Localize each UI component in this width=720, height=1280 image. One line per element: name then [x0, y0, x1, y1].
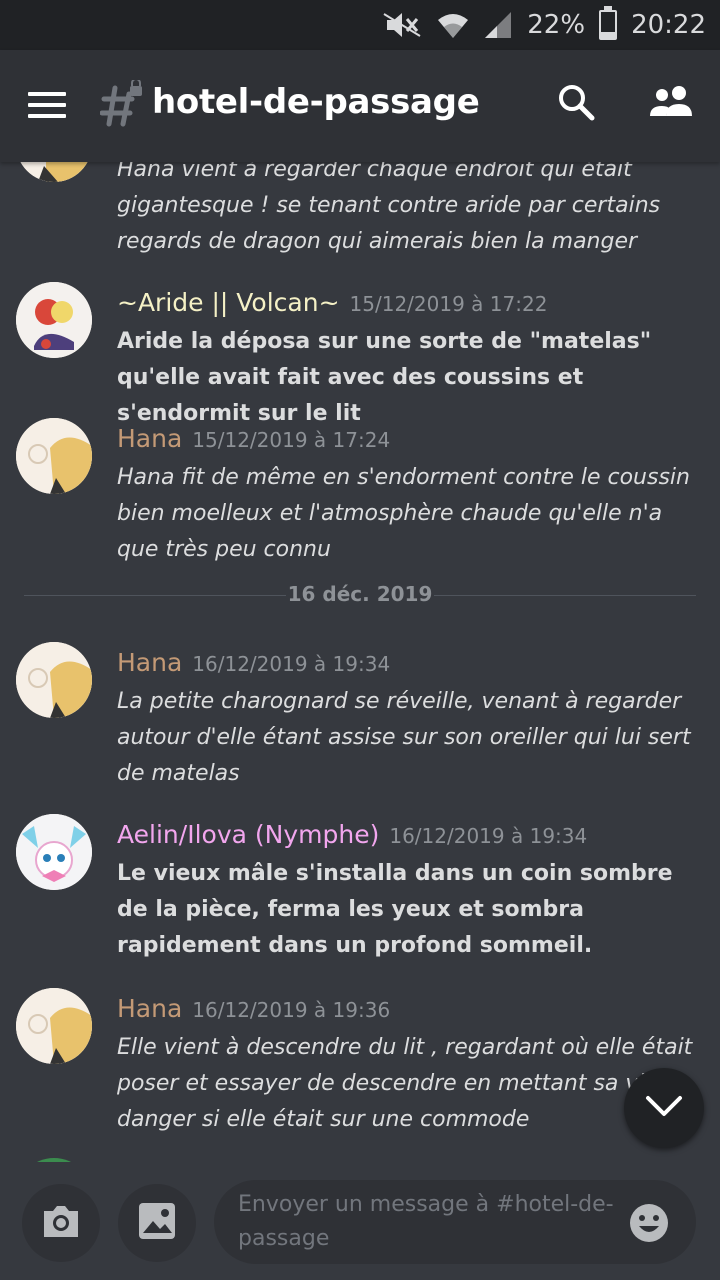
- date-divider: 16 déc. 2019: [24, 582, 696, 610]
- scroll-to-bottom-button[interactable]: [624, 1068, 704, 1148]
- avatar[interactable]: [16, 814, 92, 890]
- emoji-icon[interactable]: [628, 1202, 670, 1248]
- wifi-icon: [437, 10, 469, 40]
- author-name[interactable]: Hana: [117, 994, 182, 1023]
- gallery-button[interactable]: [118, 1184, 196, 1262]
- message-timestamp: 16/12/2019 à 19:34: [389, 824, 588, 848]
- message-timestamp: 16/12/2019 à 19:36: [192, 998, 391, 1022]
- battery-level-fill: [601, 32, 616, 38]
- message-input-placeholder: Envoyer un message à #hotel-de-passage: [238, 1192, 614, 1251]
- hash-lock-icon: [99, 78, 144, 130]
- members-icon[interactable]: [648, 82, 696, 126]
- avatar[interactable]: [16, 418, 92, 494]
- date-divider-label: 16 déc. 2019: [287, 582, 433, 606]
- message-author[interactable]: Hana 16/12/2019 à 19:36: [117, 994, 390, 1023]
- message-text: La petite charognard se réveille, venant…: [117, 689, 691, 786]
- message-timestamp: 15/12/2019 à 17:24: [192, 428, 391, 452]
- message-input[interactable]: Envoyer un message à #hotel-de-passage: [214, 1180, 696, 1264]
- avatar[interactable]: [16, 642, 92, 718]
- channel-header: hotel-de-passage: [0, 50, 720, 162]
- author-name[interactable]: ~Aride || Volcan~: [117, 288, 340, 317]
- message-text: Hana fit de même en s'endorment contre l…: [117, 465, 690, 562]
- clock: 20:22: [631, 10, 706, 40]
- avatar[interactable]: [16, 162, 92, 182]
- search-icon[interactable]: [556, 82, 596, 126]
- camera-button[interactable]: [22, 1184, 100, 1262]
- message-list[interactable]: Hana vient à regarder chaque endroit qui…: [0, 162, 720, 1162]
- signal-icon: [483, 10, 513, 40]
- chevron-down-icon: [644, 1094, 684, 1122]
- message-author[interactable]: Hana 15/12/2019 à 17:24: [117, 424, 390, 453]
- message-timestamp: 16/12/2019 à 19:34: [192, 652, 391, 676]
- message-text: Le vieux mâle s'installa dans un coin so…: [117, 861, 673, 958]
- mute-icon: [383, 10, 423, 40]
- battery-icon: [599, 6, 618, 40]
- message-text: Aride la déposa sur une sorte de "matela…: [117, 329, 652, 426]
- message-author[interactable]: ~Aride || Volcan~ 15/12/2019 à 17:22: [117, 288, 547, 317]
- channel-title: hotel-de-passage: [152, 82, 480, 122]
- message-text: Elle vient à descendre du lit , regardan…: [117, 1035, 693, 1132]
- message-timestamp: 15/12/2019 à 17:22: [349, 292, 548, 316]
- author-name[interactable]: Hana: [117, 424, 182, 453]
- camera-icon: [40, 1203, 82, 1243]
- status-bar: 22% 20:22: [0, 0, 720, 50]
- menu-icon[interactable]: [28, 90, 68, 120]
- avatar[interactable]: [16, 282, 92, 358]
- author-name[interactable]: Aelin/Ilova (Nymphe): [117, 820, 379, 849]
- avatar[interactable]: [16, 988, 92, 1064]
- message-author[interactable]: Hana 16/12/2019 à 19:34: [117, 648, 390, 677]
- message-author[interactable]: Aelin/Ilova (Nymphe) 16/12/2019 à 19:34: [117, 820, 587, 849]
- image-icon: [137, 1201, 177, 1245]
- author-name[interactable]: Hana: [117, 648, 182, 677]
- message-text: Hana vient à regarder chaque endroit qui…: [117, 162, 661, 254]
- message-composer: Envoyer un message à #hotel-de-passage: [0, 1162, 720, 1280]
- battery-percent: 22%: [527, 10, 586, 40]
